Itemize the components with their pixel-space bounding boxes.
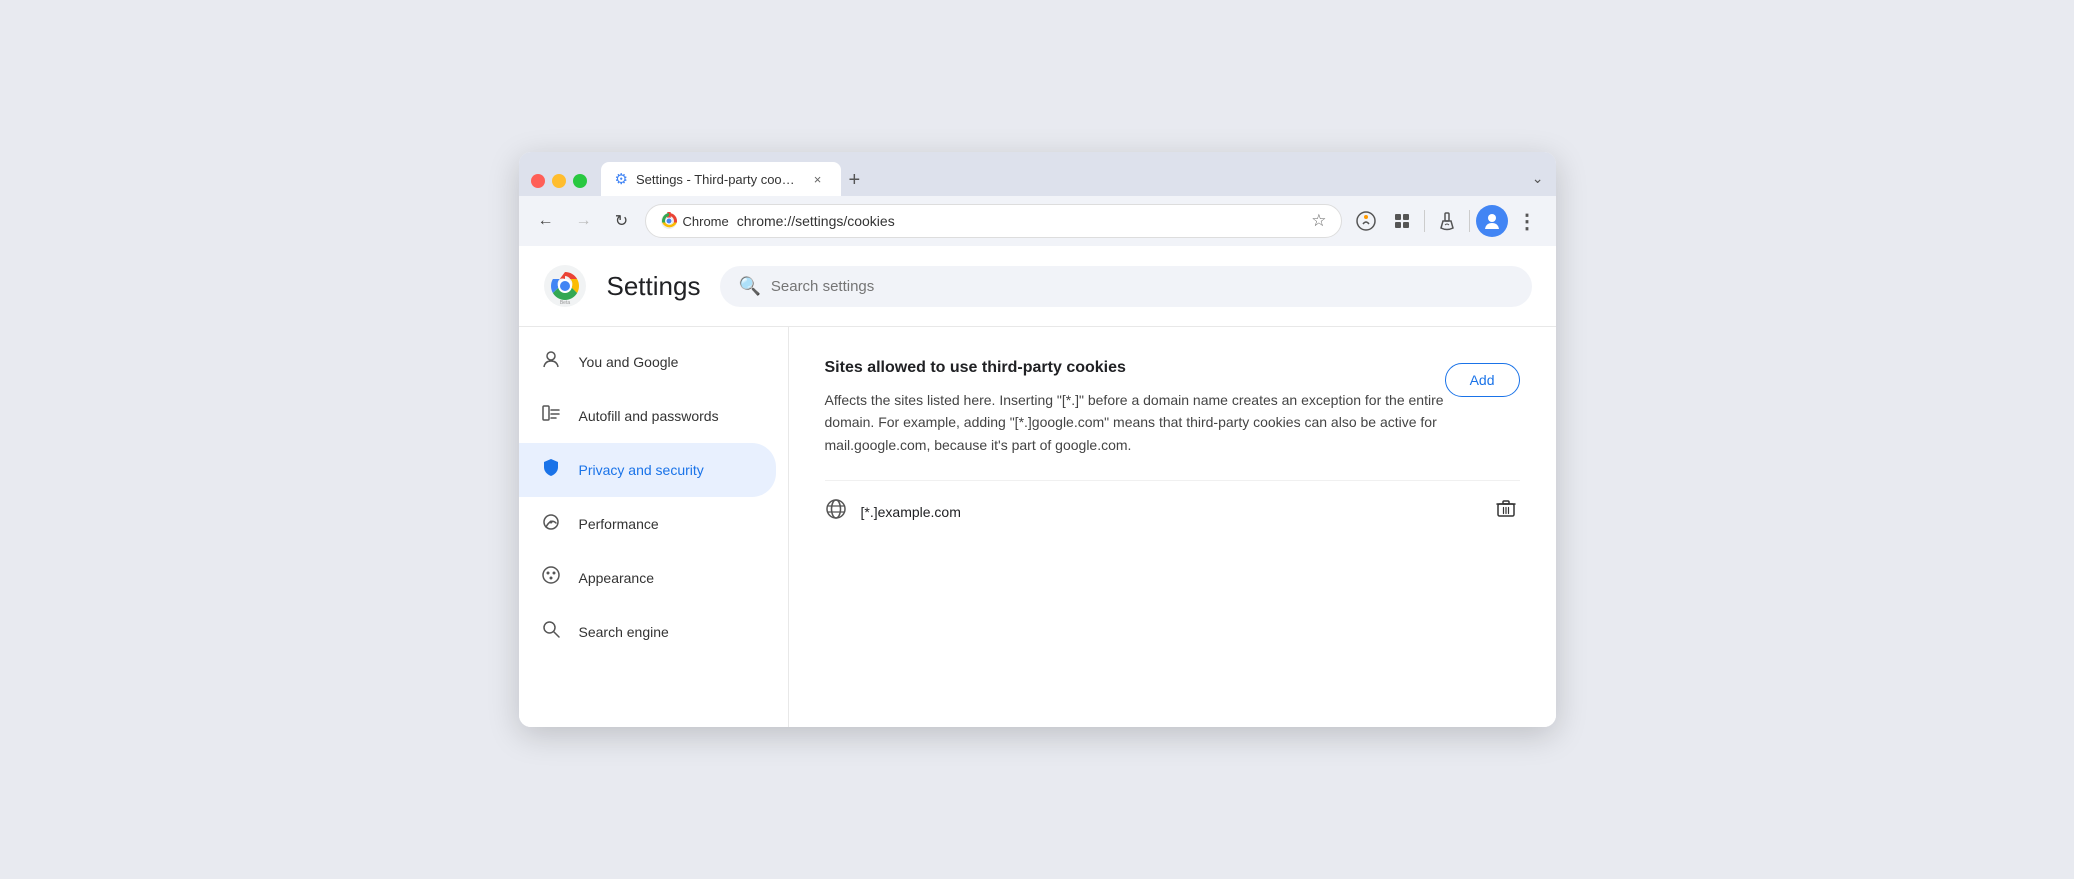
window-controls — [531, 174, 587, 188]
add-site-button[interactable]: Add — [1445, 363, 1520, 397]
tab-bar: ⚙ Settings - Third-party cookies × + — [601, 162, 1526, 196]
section-header-row: Sites allowed to use third-party cookies… — [825, 359, 1520, 456]
delete-site-button[interactable] — [1492, 495, 1520, 528]
title-bar: ⚙ Settings - Third-party cookies × + ⌄ — [519, 152, 1556, 196]
section-description: Affects the sites listed here. Inserting… — [825, 389, 1445, 456]
refresh-button[interactable]: ↻ — [607, 206, 637, 236]
lab-button[interactable] — [1431, 205, 1463, 237]
profile-icon — [1483, 212, 1501, 230]
content-area: Beta Settings 🔍 You and Google — [519, 246, 1556, 727]
palette-icon — [539, 565, 563, 591]
search-icon — [539, 619, 563, 645]
section-title: Sites allowed to use third-party cookies — [825, 359, 1445, 377]
browser-window: ⚙ Settings - Third-party cookies × + ⌄ ←… — [519, 152, 1556, 727]
settings-sidebar: You and Google Autofill and passwords Pr… — [519, 327, 789, 727]
settings-tab-icon: ⚙ — [615, 170, 628, 188]
browser-toolbar: ← → ↻ — [519, 196, 1556, 246]
tab-strip-dropdown-button[interactable]: ⌄ — [1532, 170, 1544, 187]
new-tab-button[interactable]: + — [841, 170, 869, 196]
tab-close-button[interactable]: × — [809, 170, 827, 188]
chrome-logo-small-icon — [660, 212, 678, 230]
speed-icon — [539, 511, 563, 537]
search-icon: 🔍 — [738, 276, 760, 297]
section-text-block: Sites allowed to use third-party cookies… — [825, 359, 1445, 456]
puzzle-icon — [1392, 211, 1412, 231]
toolbar-divider-2 — [1469, 210, 1470, 232]
sidebar-item-search-engine[interactable]: Search engine — [519, 605, 776, 659]
person-icon — [539, 349, 563, 375]
sidebar-label-you-and-google: You and Google — [579, 354, 679, 370]
settings-title: Settings — [607, 271, 701, 302]
active-tab[interactable]: ⚙ Settings - Third-party cookies × — [601, 162, 841, 196]
profile-button[interactable] — [1476, 205, 1508, 237]
close-window-button[interactable] — [531, 174, 545, 188]
minimize-window-button[interactable] — [552, 174, 566, 188]
site-row: [*.]example.com — [825, 480, 1520, 542]
back-button[interactable]: ← — [531, 206, 561, 236]
chrome-label: Chrome — [683, 214, 729, 229]
lab-icon — [1437, 211, 1457, 231]
tab-right: ⌄ — [1532, 170, 1544, 196]
extension1-icon — [1356, 211, 1376, 231]
sidebar-label-autofill: Autofill and passwords — [579, 408, 719, 424]
search-bar-container[interactable]: 🔍 — [720, 266, 1531, 307]
main-layout: You and Google Autofill and passwords Pr… — [519, 327, 1556, 727]
tonari-extension-button[interactable] — [1350, 205, 1382, 237]
extensions-button[interactable] — [1386, 205, 1418, 237]
site-url-text: [*.]example.com — [861, 504, 1478, 520]
bookmark-button[interactable]: ☆ — [1311, 211, 1326, 231]
tab-title: Settings - Third-party cookies — [636, 172, 801, 187]
more-options-button[interactable]: ⋮ — [1512, 205, 1544, 237]
toolbar-extensions: ⋮ — [1350, 205, 1544, 237]
forward-button[interactable]: → — [569, 206, 599, 236]
ellipsis-icon: ⋮ — [1517, 209, 1538, 234]
list-icon — [539, 403, 563, 429]
svg-text:Beta: Beta — [559, 300, 570, 306]
address-text: chrome://settings/cookies — [737, 213, 1304, 229]
chrome-branding: Chrome — [660, 212, 729, 230]
sidebar-label-privacy: Privacy and security — [579, 462, 704, 478]
content-panel: Sites allowed to use third-party cookies… — [789, 327, 1556, 727]
shield-icon — [539, 457, 563, 483]
chrome-logo-icon: Beta — [543, 264, 587, 308]
globe-icon — [825, 498, 847, 526]
sidebar-label-appearance: Appearance — [579, 570, 655, 586]
sidebar-item-autofill-and-passwords[interactable]: Autofill and passwords — [519, 389, 776, 443]
sidebar-item-performance[interactable]: Performance — [519, 497, 776, 551]
sidebar-label-search-engine: Search engine — [579, 624, 669, 640]
sidebar-label-performance: Performance — [579, 516, 659, 532]
toolbar-divider — [1424, 210, 1425, 232]
search-input[interactable] — [771, 278, 1514, 295]
chrome-logo-big: Beta — [543, 264, 587, 308]
sidebar-item-you-and-google[interactable]: You and Google — [519, 335, 776, 389]
sidebar-item-appearance[interactable]: Appearance — [519, 551, 776, 605]
settings-header: Beta Settings 🔍 — [519, 246, 1556, 327]
address-bar[interactable]: Chrome chrome://settings/cookies ☆ — [645, 204, 1342, 238]
trash-icon — [1496, 499, 1516, 519]
sidebar-item-privacy-and-security[interactable]: Privacy and security — [519, 443, 776, 497]
maximize-window-button[interactable] — [573, 174, 587, 188]
